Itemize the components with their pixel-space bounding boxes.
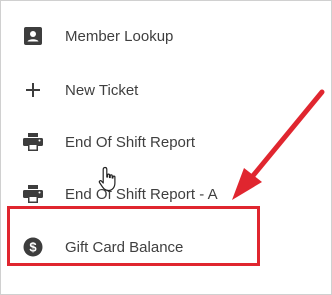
menu-panel: Member Lookup New Ticket End Of Shift Re…	[0, 0, 332, 295]
printer-icon	[22, 183, 44, 205]
menu-list: Member Lookup New Ticket End Of Shift Re…	[2, 2, 332, 295]
dollar-circle-icon: $	[22, 236, 44, 258]
menu-item-end-of-shift-report-all[interactable]: End Of Shift Report - A	[2, 168, 332, 220]
menu-item-label: New Ticket	[65, 81, 139, 99]
printer-icon	[22, 131, 44, 153]
menu-item-end-of-shift-report[interactable]: End Of Shift Report	[2, 116, 332, 168]
menu-item-label: End Of Shift Report - A	[65, 185, 218, 203]
menu-item-member-lookup[interactable]: Member Lookup	[2, 10, 332, 62]
menu-item-label: Member Lookup	[65, 27, 174, 45]
menu-item-label: Gift Card Balance	[65, 238, 184, 256]
svg-text:$: $	[29, 240, 37, 255]
menu-item-label: End Of Shift Report	[65, 133, 196, 151]
menu-item-new-ticket[interactable]: New Ticket	[2, 64, 332, 116]
member-card-icon	[22, 25, 44, 47]
plus-icon	[22, 79, 44, 101]
menu-item-gift-card-balance[interactable]: $ Gift Card Balance	[2, 221, 332, 273]
